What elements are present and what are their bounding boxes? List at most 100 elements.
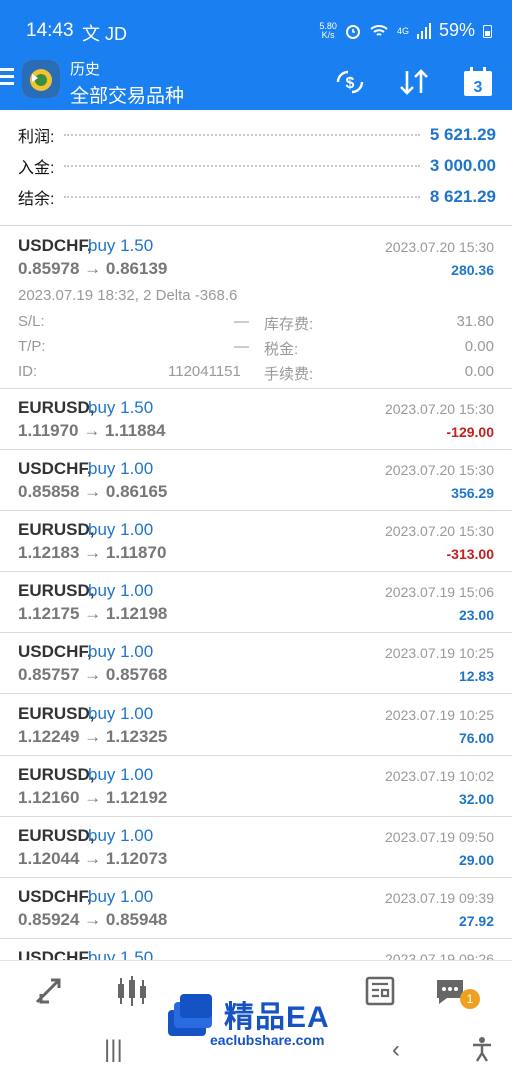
chat-badge: 1 — [460, 989, 480, 1009]
battery-icon — [483, 24, 492, 38]
trade-prices: 0.85757 → 0.85768 — [18, 665, 168, 685]
trade-side: buy 1.00 — [88, 825, 154, 845]
detail-label: 手续费: — [264, 366, 314, 383]
detail-label: S/L: — [18, 313, 45, 330]
network-speed: 5.80 K/s — [319, 21, 337, 40]
summary-label: 结余: — [18, 191, 55, 208]
trade-date: 2023.07.19 10:25 — [385, 706, 494, 723]
trade-symbol: USDCHF, — [18, 886, 92, 906]
trade-profit: 27.92 — [458, 912, 494, 929]
trade-row[interactable]: USDCHF, buy 1.00 0.85757 → 0.85768 2023.07.… — [0, 633, 512, 695]
trade-symbol: USDCHF, — [18, 459, 92, 479]
trade-prices: 1.12044 → 1.12073 — [18, 848, 168, 868]
trade-side: buy 1.50 — [88, 236, 154, 255]
trade-symbol: EURUSD, — [18, 581, 95, 601]
accessibility-icon[interactable] — [470, 1036, 494, 1069]
calendar-day: 3 — [474, 79, 483, 96]
detail-label: 税金: — [264, 341, 299, 358]
status-time: 14:43 — [26, 20, 74, 41]
watermark-logo: 精品EA eaclubshare.com — [158, 976, 356, 1074]
detail-label: T/P: — [18, 338, 46, 355]
summary-value: 5 621.29 — [429, 125, 496, 144]
trade-side: buy 1.00 — [88, 520, 154, 540]
trade-profit: 280.36 — [451, 262, 494, 278]
trade-date: 2023.07.19 10:02 — [385, 767, 494, 784]
summary-deposit-row: 入金: 3 000.00 — [18, 151, 496, 181]
trade-prices: 0.85978 → 0.86139 — [18, 259, 168, 278]
trade-profit: 12.83 — [458, 668, 494, 685]
network-type: 4G — [396, 25, 409, 36]
trade-row[interactable]: EURUSD, buy 1.00 1.12160 → 1.12192 2023.07.… — [0, 756, 512, 817]
trade-symbol: EURUSD, — [18, 520, 95, 540]
trade-row[interactable]: EURUSD, buy 1.00 1.12249 → 1.12325 2023.07.… — [0, 695, 512, 756]
chat-icon[interactable]: 1 — [430, 973, 480, 1009]
chart-icon[interactable] — [112, 973, 152, 1009]
trade-date: 2023.07.20 15:30 — [385, 401, 494, 417]
detail-row-sl: S/L: — 库存费: 31.80 — [18, 313, 494, 335]
trade-row[interactable]: USDCHF, buy 1.00 0.85858 → 0.86165 2023.07.… — [0, 450, 512, 512]
watermark-text: 精品EA — [224, 1001, 330, 1034]
header: 14:43 文 JD 5.80 K/s 4G 59% 历史 全部交易品种 $ 3 — [0, 0, 512, 110]
calendar-icon[interactable]: 3 — [460, 66, 496, 98]
summary-profit-row: 利润: 5 621.29 — [18, 120, 496, 150]
trade-symbol: EURUSD, — [18, 825, 95, 845]
app-logo-icon — [22, 60, 60, 98]
trade-row[interactable]: EURUSD, buy 1.00 1.12044 → 1.12073 2023.07.… — [0, 817, 512, 878]
status-bar: 14:43 文 JD 5.80 K/s 4G 59% — [0, 0, 512, 52]
detail-value: — — [234, 338, 249, 355]
trade-symbol: EURUSD, — [18, 764, 95, 784]
svg-text:$: $ — [346, 75, 355, 92]
trade-date: 2023.07.19 09:50 — [385, 828, 494, 845]
currency-exchange-icon[interactable]: $ — [332, 66, 368, 98]
trade-prices: 0.85924 → 0.85948 — [18, 909, 168, 929]
sort-icon[interactable] — [396, 66, 432, 98]
trade-date: 2023.07.20 15:30 — [385, 239, 494, 255]
account-summary: 利润: 5 621.29 入金: 3 000.00 结余: 8 621.29 — [0, 118, 512, 226]
trade-side: buy 1.00 — [88, 703, 154, 723]
trade-profit: 23.00 — [458, 607, 494, 624]
trade-row[interactable]: EURUSD, buy 1.00 1.12175 → 1.12198 2023.07.… — [0, 572, 512, 634]
trade-symbol: USDCHF, — [18, 642, 92, 662]
trade-side: buy 1.50 — [88, 398, 154, 417]
trade-date: 2023.07.20 15:30 — [385, 523, 494, 540]
signal-icon — [416, 22, 431, 39]
page-subtitle: 历史 — [70, 61, 101, 78]
trade-date: 2023.07.20 15:30 — [385, 462, 494, 479]
trade-icon[interactable] — [30, 973, 70, 1009]
summary-balance-row: 结余: 8 621.29 — [18, 182, 496, 212]
trade-side: buy 1.00 — [88, 764, 154, 784]
trade-side: buy 1.00 — [88, 642, 154, 662]
menu-icon[interactable] — [0, 68, 14, 88]
speed-unit: K/s — [321, 29, 335, 40]
detail-row-id: ID: 112041151 手续费: 0.00 — [18, 363, 494, 385]
trade-profit: 356.29 — [451, 485, 494, 502]
alarm-icon — [345, 24, 360, 39]
trade-symbol: EURUSD, — [18, 703, 95, 723]
trade-prices: 1.12249 → 1.12325 — [18, 726, 168, 746]
trade-row-expanded[interactable]: USDCHF, buy 1.50 0.85978 → 0.86139 2023.… — [0, 227, 512, 389]
trade-symbol: EURUSD, — [18, 398, 95, 417]
trade-prices: 0.85858 → 0.86165 — [18, 482, 168, 502]
trade-row[interactable]: EURUSD, buy 1.50 1.11970 → 1.11884 2023.07.… — [0, 389, 512, 451]
detail-value: 0.00 — [464, 338, 494, 355]
page-title[interactable]: 全部交易品种 — [70, 81, 184, 108]
watermark-icon — [168, 994, 212, 1036]
trade-side: buy 1.00 — [88, 459, 154, 479]
trade-prices: 1.11970 → 1.11884 — [18, 421, 166, 440]
back-icon[interactable]: ‹ — [392, 1036, 400, 1064]
trade-row[interactable]: EURUSD, buy 1.00 1.12183 → 1.11870 2023.07.… — [0, 511, 512, 573]
news-icon[interactable] — [360, 973, 400, 1009]
wifi-icon — [370, 24, 388, 36]
status-carrier: 文 JD — [82, 24, 127, 44]
trade-date: 2023.07.19 10:25 — [385, 645, 494, 662]
detail-value: 31.80 — [456, 313, 494, 330]
summary-value: 8 621.29 — [429, 187, 496, 206]
summary-value: 3 000.00 — [429, 156, 496, 175]
trade-prices: 1.12160 → 1.12192 — [18, 787, 168, 807]
detail-value: 112041151 — [168, 363, 241, 380]
detail-label: ID: — [18, 363, 38, 380]
trade-row[interactable]: USDCHF, buy 1.00 0.85924 → 0.85948 2023.07.… — [0, 878, 512, 939]
recents-icon[interactable]: ||| — [104, 1036, 123, 1064]
trade-profit: -129.00 — [446, 424, 494, 440]
trade-date: 2023.07.19 15:06 — [385, 584, 494, 601]
